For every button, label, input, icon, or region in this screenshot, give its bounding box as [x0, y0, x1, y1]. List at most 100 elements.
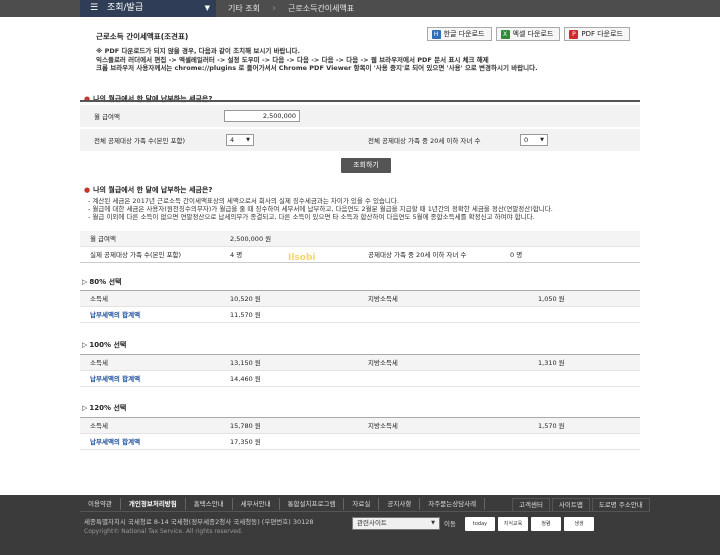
family-count-label: 전체 공제대상 가족 수(본인 포함) [94, 137, 186, 145]
pdf-download-button[interactable]: P PDF 다운로드 [564, 27, 630, 41]
dropdown-arrow-icon: ▼ [246, 137, 250, 143]
explain-line: - 계산된 세금은 2017년 근로소득 간이세액표상의 세액으로서 회사의 실… [88, 197, 399, 205]
breadcrumb-tax-table[interactable]: 근로소득간이세액표 [280, 0, 390, 17]
footer-link-hometax[interactable]: 홈택스안내 [186, 498, 233, 510]
main-content: 근로소득 간이세액표(조견표) H 한글 다운로드 X 엑셀 다운로드 P PD… [80, 17, 640, 495]
income-tax-label: 소득세 [90, 295, 108, 303]
footer-copyright: Copyright© National Tax Service. All rig… [84, 528, 243, 535]
family-count-value: 4 [230, 136, 235, 144]
footer-links-right: 고객센터 사이트맵 도로명 주소안내 [510, 498, 650, 512]
total-tax-label: 납부세액의 합계액 [90, 375, 141, 383]
calculate-button[interactable]: 조회하기 [341, 158, 391, 173]
pdf-file-icon: P [569, 29, 579, 39]
input-form: 월 급여액 2,500,000 전체 공제대상 가족 수(본인 포함) 4 ▼ … [80, 100, 640, 166]
local-tax-value: 1,310 원 [538, 359, 565, 367]
group-120-title: ▷ 120% 선택 [82, 403, 126, 413]
group-120-title-text: 120% 선택 [89, 404, 127, 412]
local-tax-value: 1,570 원 [538, 422, 565, 430]
family-row: 전체 공제대상 가족 수(본인 포함) 4 ▼ 전체 공제대상 가족 중 20세… [80, 129, 640, 151]
total-tax-value: 14,460 원 [230, 375, 261, 383]
excel-download-button[interactable]: X 엑셀 다운로드 [495, 27, 561, 41]
local-tax-label: 지방소득세 [368, 422, 398, 430]
breadcrumb-separator-icon: › [272, 3, 276, 14]
notice-line: 익스플로러 러더에서 편집 -> 엑셀레일러터 -> 설정 도우미 -> 다음 … [96, 55, 489, 64]
children-count-value: 0 [524, 136, 529, 144]
hwp-download-button[interactable]: H 한글 다운로드 [426, 27, 492, 41]
footer-link-faq[interactable]: 자주묻는상담사례 [420, 498, 486, 510]
summary-family-value: 4 명 [230, 251, 243, 259]
income-tax-label: 소득세 [90, 359, 108, 367]
total-tax-value: 17,350 원 [230, 438, 261, 446]
triangle-right-icon: ▷ [82, 278, 88, 286]
footer-link-terms[interactable]: 이용약관 [80, 498, 121, 510]
table-row: 납부세액의 합계액 14,460 원 [80, 371, 640, 387]
group-100-table: 소득세 13,150 원 지방소득세 1,310 원 납부세액의 합계액 14,… [80, 354, 640, 387]
income-tax-value: 13,150 원 [230, 359, 261, 367]
banner-integrity[interactable]: 청렴 [531, 517, 561, 531]
hwp-file-icon: H [431, 29, 441, 39]
banner-knowledge[interactable]: 지식교육 [498, 517, 528, 531]
income-tax-label: 소득세 [90, 422, 108, 430]
result-section-title: ● 나의 월급에서 한 달에 납부하는 세금은? [84, 185, 212, 195]
footer-link-privacy[interactable]: 개인정보처리방침 [121, 498, 186, 510]
result-section-title-text: 나의 월급에서 한 달에 납부하는 세금은? [93, 186, 213, 194]
table-row: 소득세 10,520 원 지방소득세 1,050 원 [80, 291, 640, 307]
related-site-select[interactable]: 관련사이트 ▼ [352, 517, 440, 530]
dropdown-arrow-icon: ▼ [540, 137, 544, 143]
excel-file-icon: X [500, 29, 510, 39]
group-80-title: ▷ 80% 선택 [82, 277, 121, 287]
result-explanation: - 계산된 세금은 2017년 근로소득 간이세액표상의 세액으로서 회사의 실… [88, 197, 628, 222]
group-100-title: ▷ 100% 선택 [82, 340, 126, 350]
total-tax-label: 납부세액의 합계액 [90, 438, 141, 446]
banner-today[interactable]: today [465, 517, 495, 531]
table-row: 납부세액의 합계액 11,570 원 [80, 307, 640, 323]
table-row: 소득세 15,780 원 지방소득세 1,570 원 [80, 418, 640, 434]
notice-line: ※ PDF 다운로드가 되지 않을 경우, 다음과 같이 조치해 보시기 바랍니… [96, 47, 300, 55]
footer-links: 이용약관 개인정보처리방침 홈택스안내 세무서안내 통합설치프로그램 자료실 공… [80, 498, 486, 510]
summary-salary-label: 월 급여액 [90, 235, 116, 243]
banner-live[interactable]: 생생 [564, 517, 594, 531]
go-button[interactable]: 이동 [444, 518, 456, 528]
footer-link-sitemap[interactable]: 사이트맵 [551, 498, 590, 512]
nav-main-label: 조회/발급 [106, 3, 144, 13]
salary-input[interactable]: 2,500,000 [224, 110, 300, 122]
family-count-select[interactable]: 4 ▼ [226, 134, 254, 146]
dropdown-arrow-icon: ▼ [431, 520, 435, 526]
children-count-select[interactable]: 0 ▼ [520, 134, 548, 146]
footer-link-road-address[interactable]: 도로명 주소안내 [591, 498, 650, 512]
footer-link-customer-center[interactable]: 고객센터 [512, 498, 550, 512]
table-row: 납부세액의 합계액 17,350 원 [80, 434, 640, 450]
related-site-label: 관련사이트 [357, 519, 387, 527]
footer-link-install[interactable]: 통합설치프로그램 [280, 498, 345, 510]
hwp-download-label: 한글 다운로드 [443, 30, 485, 38]
footer-link-taxoffice[interactable]: 세무서안내 [233, 498, 280, 510]
download-buttons: H 한글 다운로드 X 엑셀 다운로드 P PDF 다운로드 [426, 27, 630, 41]
chevron-down-icon: ▼ [204, 4, 210, 12]
explain-line: - 월급 이외에 다른 소득이 없으면 연말정산으로 납세의무가 종결되고, 다… [88, 213, 535, 222]
triangle-right-icon: ▷ [82, 404, 88, 412]
top-nav: ☰ 조회/발급 ▼ 기타 조회 › 근로소득간이세액표 [0, 0, 720, 17]
bullet-icon: ● [84, 186, 91, 194]
group-80-title-text: 80% 선택 [89, 278, 122, 286]
footer-address: 세종특별자치시 국세청로 8-14 국세청(정부세종2청사 국세청동) (우편번… [84, 518, 314, 526]
summary-children-label: 공제대상 가족 중 20세 이하 자녀 수 [368, 251, 467, 259]
footer-divider [80, 511, 640, 512]
doc-title: 근로소득 간이세액표(조견표) [96, 32, 189, 41]
income-tax-value: 15,780 원 [230, 422, 261, 430]
footer-link-notice[interactable]: 공지사항 [379, 498, 421, 510]
children-count-label: 전체 공제대상 가족 중 20세 이하 자녀 수 [368, 137, 481, 145]
salary-label: 월 급여액 [94, 113, 120, 121]
local-tax-label: 지방소득세 [368, 359, 398, 367]
watermark-logo: Ilsobi [288, 253, 316, 263]
total-tax-label: 납부세액의 합계액 [90, 311, 141, 319]
total-tax-value: 11,570 원 [230, 311, 261, 319]
notice-line: 크롬 브라우저 사용자께서는 chrome://plugins 로 들어가셔서 … [96, 64, 538, 72]
nav-main-menu[interactable]: ☰ 조회/발급 ▼ [80, 0, 216, 17]
footer-link-library[interactable]: 자료실 [344, 498, 380, 510]
pdf-notice: ※ PDF 다운로드가 되지 않을 경우, 다음과 같이 조치해 보시기 바랍니… [96, 47, 626, 73]
pdf-download-label: PDF 다운로드 [581, 30, 623, 38]
salary-row: 월 급여액 2,500,000 [80, 105, 640, 127]
local-tax-label: 지방소득세 [368, 295, 398, 303]
breadcrumb-other-lookup[interactable]: 기타 조회 [218, 0, 272, 17]
group-120-table: 소득세 15,780 원 지방소득세 1,570 원 납부세액의 합계액 17,… [80, 417, 640, 450]
